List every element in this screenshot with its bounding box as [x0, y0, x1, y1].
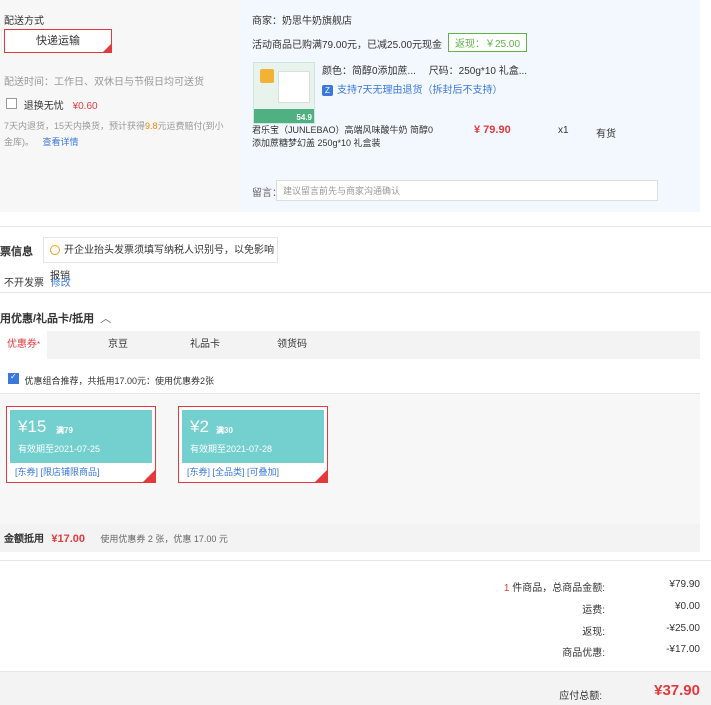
product-thumbnail[interactable]: 54.9 — [253, 62, 315, 124]
coupon-face: ¥15 满79 有效期至2021-07-25 — [10, 410, 152, 463]
note-input[interactable]: 建议留言前先与商家沟通确认 — [276, 180, 658, 201]
tab-jingdou[interactable]: 京豆 — [95, 331, 141, 359]
freight-value: ¥0.00 — [674, 601, 700, 612]
divider — [0, 226, 711, 227]
coupon-tags: [东券] [全品类] [可叠加] — [187, 467, 280, 477]
goods-amount: ¥79.90 — [669, 579, 700, 590]
divider — [0, 292, 711, 293]
coupon-expiry: 有效期至2021-07-28 — [190, 444, 273, 454]
cashback-value: -¥25.00 — [666, 623, 700, 634]
insurance-checkbox[interactable] — [6, 98, 17, 109]
item-size: 尺码：250g*10 礼盒... — [428, 66, 528, 77]
coupon-condition: 满30 — [216, 426, 233, 435]
cashback-badge: 返现：￥25.00 — [448, 33, 528, 52]
tab-pickup-code[interactable]: 领货码 — [270, 331, 314, 359]
thumb-price: 54.9 — [296, 113, 312, 122]
insurance-row: 退换无忧 ¥0.60 — [6, 97, 98, 112]
discount-value: -¥17.00 — [666, 644, 700, 655]
selected-corner-icon — [315, 470, 327, 482]
coupon-expiry: 有效期至2021-07-25 — [18, 444, 101, 454]
freight-label: 运费: — [582, 605, 605, 616]
tab-coupons[interactable]: 优惠券* — [0, 331, 47, 359]
item-name-line1: 君乐宝（JUNLEBAO）高端风味酸牛奶 简醇0 — [252, 125, 434, 135]
cashback-label: 返现: — [582, 627, 605, 638]
invoice-edit-link[interactable]: 修改 — [51, 278, 71, 289]
payable-amount: ¥37.90 — [654, 682, 700, 699]
invoice-tip: 开企业抬头发票须填写纳税人识别号，以免影响报销 — [43, 237, 278, 282]
brand-logo-icon — [260, 69, 274, 83]
item-attrs: 颜色：简醇0添加蔗... 尺码：250g*10 礼盒... — [322, 62, 527, 77]
recommend-checkbox[interactable] — [8, 372, 19, 384]
item-name[interactable]: 君乐宝（JUNLEBAO）高端风味酸牛奶 简醇0 添加蔗糖梦幻盖 250g*10… — [252, 124, 452, 150]
invoice-status: 不开发票 — [4, 278, 44, 289]
item-name-line2: 添加蔗糖梦幻盖 250g*10 礼盒装 — [252, 138, 381, 148]
insurance-desc-text-2: 元运费赔付(到小 — [157, 121, 224, 131]
insurance-highlight: 9.8 — [145, 121, 158, 131]
merchant-name: 商家：奶思牛奶旗舰店 — [252, 16, 352, 27]
summary-label: 金额抵用 — [4, 534, 44, 545]
discount-summary: 金额抵用 ¥17.00 使用优惠券 2 张，优惠 17.00 元 — [0, 524, 700, 552]
goods-count-label: 1 件商品，总商品金额: — [305, 579, 605, 594]
shipping-panel: 配送方式 快递运输 配送时间：工作日、双休日与节假日均可送货 退换无忧 ¥0.6… — [0, 0, 240, 212]
chevron-up-icon: ︿ — [100, 313, 112, 325]
insurance-desc: 7天内退货，15天内换货，预计获得9.8元运费赔付(到小 金库)。 查看详情 — [4, 118, 234, 150]
insurance-label: 退换无忧 — [23, 101, 64, 112]
promo-text: 活动商品已购满79.00元，已减25.00元现金 — [252, 40, 443, 51]
item-color: 颜色：简醇0添加蔗... — [322, 66, 416, 77]
bulb-icon — [50, 245, 60, 256]
selected-corner-icon — [103, 44, 111, 52]
coupon-card[interactable]: ¥15 满79 有效期至2021-07-25 [东券] [限店铺限商品] — [6, 406, 156, 483]
delivery-time: 配送时间：工作日、双休日与节假日均可送货 — [4, 77, 204, 88]
invoice-title: 票信息 — [0, 246, 33, 258]
required-star-icon: * — [36, 340, 41, 349]
shipping-method-button[interactable]: 快递运输 — [4, 29, 112, 53]
item-qty: x1 — [558, 125, 569, 136]
insurance-price: ¥0.60 — [72, 101, 98, 112]
selected-corner-icon — [143, 470, 155, 482]
divider — [0, 560, 711, 561]
discount-label: 商品优惠: — [562, 648, 605, 659]
return-policy: Z 支持7天无理由退货（拆封后不支持） — [322, 81, 503, 96]
summary-desc: 使用优惠券 2 张，优惠 17.00 元 — [100, 534, 228, 544]
details-link[interactable]: 查看详情 — [43, 137, 79, 147]
coupon-tags: [东券] [限店铺限商品] — [15, 467, 100, 477]
shipping-title: 配送方式 — [4, 16, 44, 27]
return-icon: Z — [322, 85, 333, 96]
return-policy-text: 支持7天无理由退货（拆封后不支持） — [337, 85, 503, 96]
payable-label: 应付总额: — [559, 691, 602, 702]
coupon-card[interactable]: ¥2 满30 有效期至2021-07-28 [东券] [全品类] [可叠加] — [178, 406, 328, 483]
invoice-status-row: 不开发票 修改 — [4, 274, 71, 289]
insurance-desc-text-3: 金库)。 — [4, 137, 34, 147]
discount-title-text: 用优惠/礼品卡/抵用 — [0, 313, 95, 325]
coupon-amount: ¥15 — [18, 417, 47, 436]
tab-coupons-label: 优惠券 — [6, 339, 37, 350]
summary-amount: ¥17.00 — [51, 533, 85, 545]
coupon-condition: 满79 — [56, 426, 73, 435]
coupon-amount: ¥2 — [190, 417, 209, 436]
tab-giftcard[interactable]: 礼品卡 — [180, 331, 230, 359]
discount-title[interactable]: 用优惠/礼品卡/抵用 ︿ — [0, 310, 111, 326]
product-box-icon — [278, 71, 310, 103]
invoice-tip-text: 开企业抬头发票须填写纳税人识别号，以免影响报销 — [50, 245, 274, 282]
insurance-desc-text: 7天内退货，15天内换货，预计获得 — [4, 121, 146, 131]
price-band: 54.9 — [254, 109, 314, 123]
item-price: ¥ 79.90 — [474, 124, 511, 136]
recommend-text: 优惠组合推荐，共抵用17.00元：使用优惠券2张 — [24, 376, 215, 386]
coupon-face: ¥2 满30 有效期至2021-07-28 — [182, 410, 324, 463]
recommend-row: 优惠组合推荐，共抵用17.00元：使用优惠券2张 — [8, 372, 215, 387]
shipping-method-label: 快递运输 — [36, 35, 80, 47]
item-stock: 有货 — [596, 129, 616, 140]
